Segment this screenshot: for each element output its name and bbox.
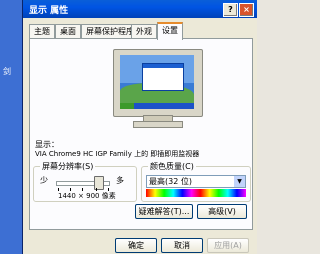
advanced-button[interactable]: 高级(V) [197,204,247,219]
desktop-side-label: 剑 [3,67,11,76]
resolution-less-label: 少 [40,176,48,185]
resolution-title: 屏幕分辨率(S) [40,161,96,172]
color-quality-group: 颜色质量(C) 最高(32 位) ▼ [141,161,251,202]
close-button[interactable]: × [239,3,254,17]
monitor-frame [113,49,203,117]
display-device: VIA Chrome9 HC IGP Family 上的 即插即用监视器 [35,150,200,158]
monitor-preview [113,49,203,129]
window-title: 显示 属性 [29,6,69,16]
apply-button[interactable]: 应用(A) [207,238,249,253]
preview-window [142,63,184,91]
tab-appearance[interactable]: 外观 [131,24,157,38]
help-button[interactable]: ? [223,3,238,17]
resolution-value: 1440 × 900 像素 [58,192,116,200]
preview-taskbar [120,103,194,109]
ok-button[interactable]: 确定 [115,238,157,253]
troubleshoot-button[interactable]: 疑难解答(T)... [135,204,193,219]
cancel-button[interactable]: 取消 [161,238,203,253]
tab-desktop[interactable]: 桌面 [55,24,81,38]
title-bar[interactable]: 显示 属性 ? × [23,0,257,18]
chevron-down-icon[interactable]: ▼ [234,176,245,187]
color-spectrum [146,189,246,197]
resolution-group: 屏幕分辨率(S) 少 多 1440 × 900 像素 [33,161,137,202]
resolution-more-label: 多 [116,176,124,185]
tab-themes[interactable]: 主题 [29,24,55,38]
desktop-background: 剑 [0,0,22,254]
color-quality-select[interactable]: 最高(32 位) ▼ [146,175,246,188]
color-quality-title: 颜色质量(C) [148,161,196,172]
monitor-screen [120,55,194,109]
display-properties-dialog: 显示 属性 ? × 主题 桌面 屏幕保护程序 外观 设置 显示： VIA Chr… [22,0,257,254]
monitor-base [133,121,183,128]
tab-settings[interactable]: 设置 [157,22,183,40]
color-quality-value: 最高(32 位) [149,177,192,186]
